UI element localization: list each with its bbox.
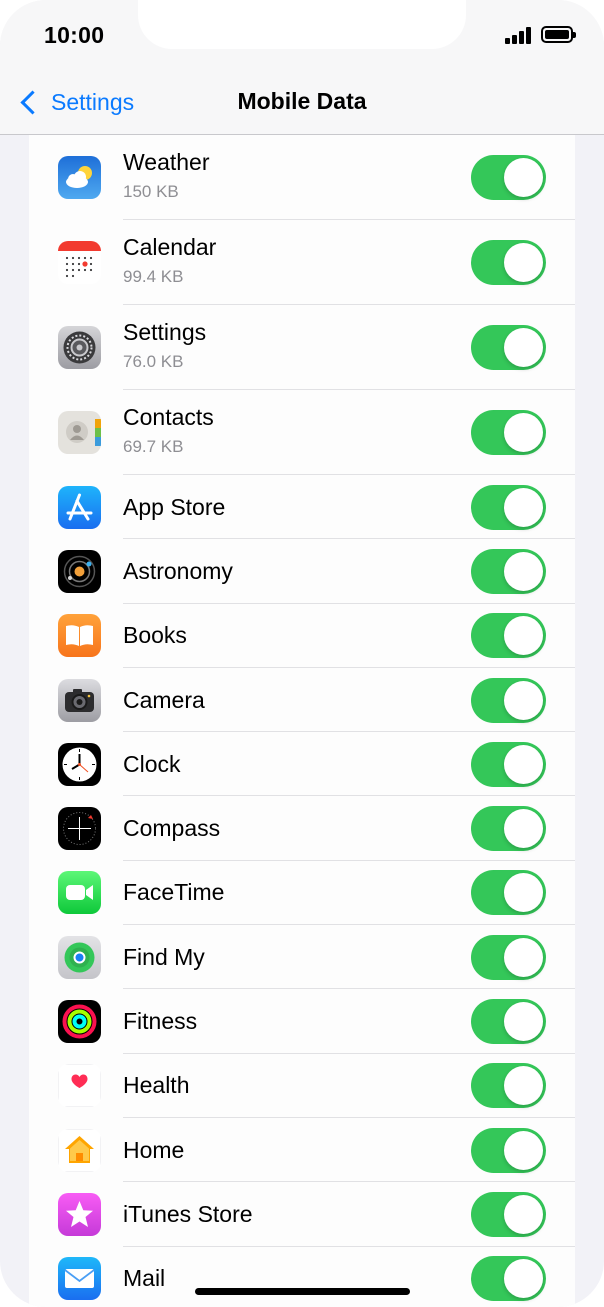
app-name: Compass [123, 815, 221, 842]
health-icon [58, 1064, 101, 1108]
app-name: Find My [123, 943, 205, 970]
app-data-usage: 150 KB [123, 182, 179, 201]
app-row-compass: Compass [29, 796, 575, 861]
mobile-data-toggle[interactable] [471, 870, 546, 916]
home-indicator[interactable] [195, 1288, 410, 1295]
app-row-find-my: Find My [29, 925, 575, 990]
toggle-knob [504, 937, 543, 977]
app-row-fitness: Fitness [29, 989, 575, 1054]
app-name: Home [123, 1136, 185, 1163]
app-row-settings: Settings 76.0 KB [29, 305, 575, 390]
fitness-icon [58, 1000, 101, 1044]
battery-icon [541, 26, 576, 43]
mobile-data-toggle[interactable] [471, 1191, 546, 1237]
settings-gear-icon [58, 326, 101, 369]
toggle-knob [504, 873, 543, 913]
astronomy-icon [58, 549, 101, 593]
mobile-data-toggle[interactable] [471, 1127, 546, 1173]
app-store-icon [58, 485, 101, 529]
toggle-knob [504, 744, 543, 784]
app-name: Health [123, 1072, 190, 1099]
status-time: 10:00 [44, 22, 105, 48]
notch [138, 0, 466, 49]
app-name: Camera [123, 686, 205, 713]
navigation-bar: Settings Mobile Data [0, 70, 604, 135]
mobile-data-toggle[interactable] [471, 999, 546, 1045]
toggle-knob [504, 328, 543, 367]
mobile-data-toggle[interactable] [471, 325, 546, 370]
toggle-knob [504, 243, 543, 282]
toggle-knob [504, 680, 543, 720]
books-icon [58, 614, 101, 658]
mobile-data-toggle[interactable] [471, 741, 546, 787]
mobile-data-toggle[interactable] [471, 806, 546, 852]
facetime-icon [58, 871, 101, 915]
app-name: Astronomy [123, 557, 233, 584]
app-name: Clock [123, 750, 181, 777]
app-name: FaceTime [123, 879, 225, 906]
contacts-icon [58, 411, 101, 454]
camera-icon [58, 678, 101, 722]
toggle-knob [504, 1002, 543, 1042]
home-icon [58, 1128, 101, 1172]
app-name: Fitness [123, 1008, 198, 1035]
mobile-data-toggle[interactable] [471, 934, 546, 980]
app-row-health: Health [29, 1054, 575, 1118]
mobile-data-toggle[interactable] [471, 484, 546, 530]
app-row-app-store: App Store [29, 475, 575, 540]
mobile-data-toggle[interactable] [471, 677, 546, 723]
mobile-data-toggle[interactable] [471, 1063, 546, 1109]
app-name: iTunes Store [123, 1200, 253, 1227]
toggle-knob [504, 1259, 543, 1299]
toggle-knob [504, 487, 543, 527]
mail-icon [58, 1257, 101, 1301]
mobile-data-toggle[interactable] [471, 410, 546, 455]
toggle-knob [504, 809, 543, 849]
mobile-data-toggle[interactable] [471, 613, 546, 659]
calendar-icon [58, 241, 101, 284]
toggle-knob [504, 1130, 543, 1170]
app-row-mail: Mail [29, 1247, 575, 1307]
mobile-data-toggle[interactable] [471, 548, 546, 594]
mobile-data-toggle[interactable] [471, 1256, 546, 1302]
app-row-contacts: Contacts 69.7 KB [29, 390, 575, 475]
app-row-books: Books [29, 604, 575, 668]
app-row-clock: Clock [29, 732, 575, 797]
app-row-weather: Weather 150 KB [29, 135, 575, 220]
toggle-knob [504, 413, 543, 452]
page-title: Mobile Data [237, 88, 367, 114]
toggle-knob [504, 1066, 543, 1106]
app-row-camera: Camera [29, 668, 575, 733]
compass-icon [58, 807, 101, 851]
mobile-data-toggle[interactable] [471, 155, 546, 200]
app-name: App Store [123, 493, 226, 520]
mobile-data-toggle[interactable] [471, 240, 546, 285]
app-name: Books [123, 622, 187, 649]
clock-icon [58, 742, 101, 786]
app-row-itunes-store: iTunes Store [29, 1182, 575, 1247]
toggle-knob [504, 551, 543, 591]
app-name: Settings [123, 319, 207, 345]
app-data-usage: 69.7 KB [123, 437, 184, 456]
find-my-icon [58, 935, 101, 979]
app-row-calendar: Calendar 99.4 KB [29, 220, 575, 305]
app-name: Weather [123, 149, 210, 175]
app-name: Mail [123, 1265, 166, 1292]
app-row-home: Home [29, 1118, 575, 1183]
toggle-knob [504, 616, 543, 656]
itunes-store-icon [58, 1192, 101, 1236]
app-row-astronomy: Astronomy [29, 539, 575, 604]
app-name: Contacts [123, 404, 214, 430]
app-row-facetime: FaceTime [29, 861, 575, 926]
status-bar: 10:00 [0, 0, 604, 70]
app-name: Calendar [123, 234, 217, 260]
toggle-knob [504, 158, 543, 197]
cellular-signal-icon [505, 27, 533, 44]
weather-icon [58, 156, 101, 199]
app-data-usage: 99.4 KB [123, 267, 184, 286]
phone-screen: 10:00 Settings Mobile Data Weather 150 KB… [0, 0, 604, 1307]
app-data-usage: 76.0 KB [123, 352, 184, 371]
app-list: Weather 150 KB Calendar 99.4 KB Settings 76.0… [29, 135, 575, 1307]
toggle-knob [504, 1194, 543, 1234]
